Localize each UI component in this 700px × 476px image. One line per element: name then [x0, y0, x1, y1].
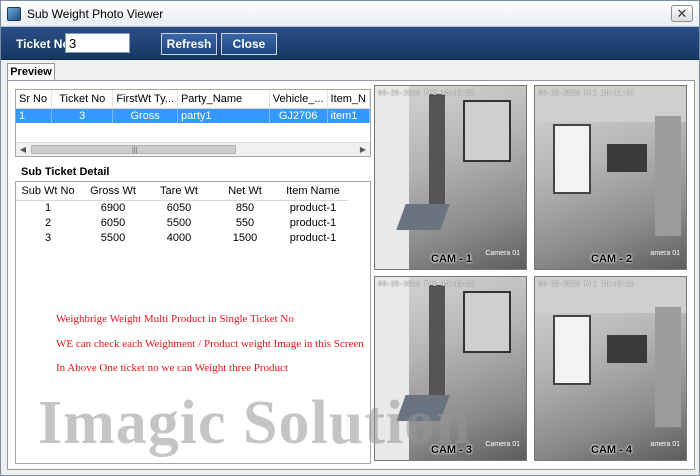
- camera-caption: Camera 01: [485, 441, 520, 448]
- camera-timestamp: 06-28-2019 Fri 16:43:24: [538, 281, 635, 289]
- tab-preview[interactable]: Preview: [7, 63, 55, 81]
- table-row[interactable]: 2 6050 5500 550 product-1: [16, 215, 348, 230]
- camera-view-4[interactable]: 06-28-2019 Fri 16:43:24 amera 01 CAM - 4: [534, 276, 687, 461]
- camera-caption: amera 01: [650, 250, 680, 257]
- table-cell: 850: [235, 201, 255, 214]
- watermark-text: Imagic Solution: [38, 389, 472, 457]
- app-icon: [7, 7, 21, 21]
- sub-ticket-heading: Sub Ticket Detail: [21, 166, 110, 178]
- table-cell: product-1: [289, 201, 337, 214]
- table-cell: product-1: [289, 231, 337, 244]
- ticket-grid-header: Sr No Ticket No FirstWt Ty... Party_Name…: [16, 90, 370, 109]
- camera-view-2[interactable]: 06-28-2019 Fri 16:41:37 amera 01 CAM - 2: [534, 85, 687, 270]
- table-row[interactable]: 3 5500 4000 1500 product-1: [16, 230, 348, 245]
- column-header[interactable]: Party_Name: [177, 90, 270, 109]
- column-header[interactable]: Vehicle_...: [269, 90, 328, 109]
- camera-caption: Camera 01: [485, 250, 520, 257]
- table-cell: 5500: [100, 231, 126, 244]
- column-header[interactable]: Ticket No: [51, 90, 114, 109]
- scroll-left-icon[interactable]: ◀: [16, 143, 30, 156]
- table-cell: 6050: [100, 216, 126, 229]
- table-cell: 2: [44, 216, 52, 229]
- camera-view-1[interactable]: 06-28-2019 Fri 16:43:23 Camera 01 CAM - …: [374, 85, 527, 270]
- column-header[interactable]: Item Name: [278, 182, 348, 201]
- table-cell: 3: [51, 108, 114, 123]
- ticket-no-input[interactable]: [65, 33, 130, 53]
- column-header[interactable]: Tare Wt: [146, 182, 212, 201]
- table-cell: 550: [235, 216, 255, 229]
- column-header[interactable]: FirstWt Ty...: [112, 90, 178, 109]
- camera-label: CAM - 2: [591, 253, 632, 265]
- column-header[interactable]: Gross Wt: [80, 182, 146, 201]
- column-header[interactable]: Item_N: [327, 90, 370, 109]
- camera-label: CAM - 1: [431, 253, 472, 265]
- table-row[interactable]: 1 6900 6050 850 product-1: [16, 200, 348, 215]
- grip-icon: |||: [132, 147, 138, 154]
- title-bar[interactable]: Sub Weight Photo Viewer ✕: [1, 1, 699, 27]
- table-cell: 6050: [166, 201, 192, 214]
- promo-line: Weighbrige Weight Multi Product in Singl…: [56, 313, 294, 325]
- table-cell: product-1: [289, 216, 337, 229]
- column-header[interactable]: Sub Wt No: [16, 182, 80, 201]
- table-cell: 1: [16, 108, 53, 123]
- promo-line: In Above One ticket no we can Weight thr…: [56, 362, 288, 374]
- table-cell: GJ2706: [269, 108, 328, 123]
- scrollbar-thumb[interactable]: |||: [31, 145, 236, 154]
- refresh-button[interactable]: Refresh: [161, 33, 217, 55]
- camera-caption: amera 01: [650, 441, 680, 448]
- table-cell: Gross: [112, 108, 178, 123]
- table-cell: 3: [44, 231, 52, 244]
- toolbar: Ticket No Refresh Close: [1, 27, 699, 60]
- table-cell: party1: [177, 108, 270, 123]
- column-header[interactable]: Net Wt: [212, 182, 278, 201]
- table-cell: 1500: [232, 231, 258, 244]
- close-button[interactable]: Close: [221, 33, 277, 55]
- ticket-no-label: Ticket No: [16, 37, 70, 51]
- table-cell: 1: [44, 201, 52, 214]
- scroll-right-icon[interactable]: ▶: [356, 143, 370, 156]
- table-row[interactable]: 1 3 Gross party1 GJ2706 item1: [16, 108, 370, 123]
- table-cell: 4000: [166, 231, 192, 244]
- horizontal-scrollbar[interactable]: ◀ ||| ▶: [16, 142, 370, 156]
- sub-ticket-header: Sub Wt No Gross Wt Tare Wt Net Wt Item N…: [16, 182, 348, 201]
- window-close-button[interactable]: ✕: [671, 5, 693, 22]
- table-cell: 6900: [100, 201, 126, 214]
- camera-timestamp: 06-28-2019 Fri 16:43:23: [378, 281, 475, 289]
- camera-timestamp: 06-28-2019 Fri 16:43:23: [378, 90, 475, 98]
- camera-label: CAM - 4: [591, 444, 632, 456]
- camera-timestamp: 06-28-2019 Fri 16:41:37: [538, 90, 635, 98]
- promo-line: WE can check each Weighment / Product we…: [56, 338, 364, 350]
- photo-viewer-window: Sub Weight Photo Viewer ✕ Ticket No Refr…: [0, 0, 700, 476]
- window-title: Sub Weight Photo Viewer: [27, 7, 164, 21]
- column-header[interactable]: Sr No: [16, 90, 53, 109]
- table-cell: 5500: [166, 216, 192, 229]
- table-cell: item1: [327, 108, 370, 123]
- ticket-grid[interactable]: Sr No Ticket No FirstWt Ty... Party_Name…: [15, 89, 371, 157]
